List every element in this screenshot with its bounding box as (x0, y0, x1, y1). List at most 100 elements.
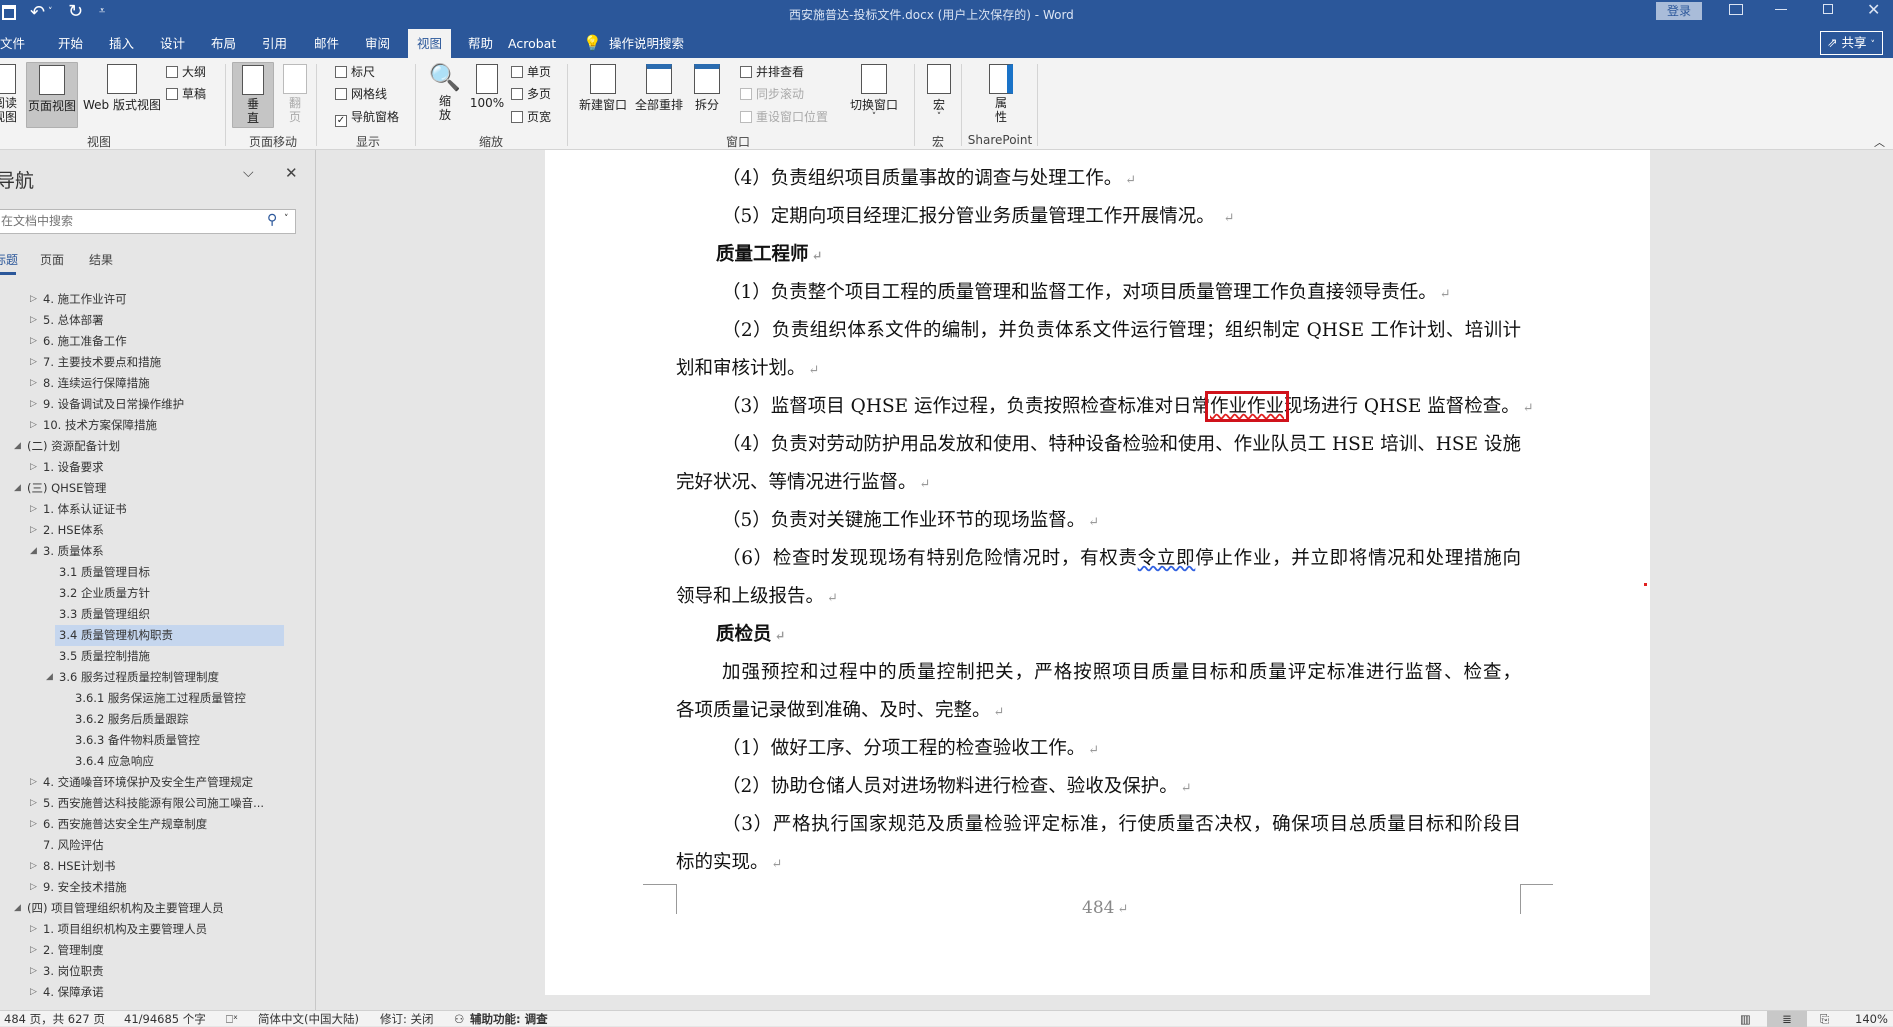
zoom-button[interactable]: 🔍 缩放 (428, 62, 462, 128)
tab-mailings[interactable]: 邮件 (308, 29, 345, 58)
nav-heading-item[interactable]: 3.5 质量控制措施 (55, 646, 306, 667)
document-heading-line[interactable]: 质检员 ↵ (676, 616, 1521, 654)
nav-heading-item[interactable]: ▷ 9. 安全技术措施 (30, 877, 306, 898)
multiple-pages-button[interactable]: 多页 (511, 85, 551, 103)
document-text-line[interactable]: （3）严格执行国家规范及质量检验评定标准，行使质量否决权，确保项目总质量目标和阶… (676, 806, 1521, 844)
nav-heading-item[interactable]: ▷ 4. 施工作业许可 (30, 289, 306, 310)
nav-heading-item[interactable]: ▷ 6. 施工准备工作 (30, 331, 306, 352)
undo-icon[interactable]: ↶ (30, 2, 45, 23)
nav-heading-item[interactable]: ◢ 3. 质量体系 (30, 541, 306, 562)
view-side-by-side-button[interactable]: 并排查看 (740, 63, 804, 81)
document-text-line[interactable]: （6）检查时发现现场有特别危险情况时，有权责令立即停止作业，并立即将情况和处理措… (676, 540, 1521, 578)
tab-view[interactable]: 视图 (408, 29, 452, 58)
print-layout-button[interactable]: 页面视图 (26, 62, 78, 128)
nav-heading-item[interactable]: ▷ 10. 技术方案保障措施 (30, 415, 306, 436)
nav-heading-item[interactable]: ▷ 4. 保障承诺 (30, 982, 306, 1003)
print-layout-view-icon[interactable]: ≣ (1767, 1011, 1807, 1027)
document-text-line[interactable]: （2）负责组织体系文件的编制，并负责体系文件运行管理；组织制定 QHSE 工作计… (676, 312, 1521, 350)
collapsed-triangle-icon[interactable]: ▷ (30, 961, 40, 982)
zoom-level[interactable]: 140% (1855, 1011, 1888, 1027)
nav-tab-headings[interactable]: 标题 (0, 251, 18, 268)
one-page-button[interactable]: 单页 (511, 63, 551, 81)
collapsed-triangle-icon[interactable]: ▷ (30, 289, 40, 310)
nav-heading-item[interactable]: 3.6.4 应急响应 (71, 751, 306, 772)
vertical-button[interactable]: 垂直 (232, 62, 274, 128)
nav-heading-item[interactable]: ▷ 1. 设备要求 (30, 457, 306, 478)
collapsed-triangle-icon[interactable]: ▷ (30, 772, 40, 793)
zoom-100-button[interactable]: 100% (468, 62, 506, 128)
web-layout-button[interactable]: Web 版式视图 (80, 62, 164, 128)
nav-heading-item[interactable]: 3.3 质量管理组织 (55, 604, 306, 625)
collapsed-triangle-icon[interactable]: ▷ (30, 352, 40, 373)
tab-design[interactable]: 设计 (154, 29, 191, 58)
nav-heading-item[interactable]: ◢ (四) 项目管理组织机构及主要管理人员 (14, 898, 306, 919)
document-text-line[interactable]: （5）负责对关键施工作业环节的现场监督。 ↵ (676, 502, 1521, 540)
share-button[interactable]: ⇗ 共享 ˅ (1820, 31, 1883, 55)
collapsed-triangle-icon[interactable]: ▷ (30, 394, 40, 415)
nav-heading-item[interactable]: ▷ 2. HSE体系 (30, 520, 306, 541)
highlighted-spelling-error[interactable]: 作业作业 (1205, 391, 1290, 422)
collapsed-triangle-icon[interactable]: ▷ (30, 457, 40, 478)
collapsed-triangle-icon[interactable]: ▷ (30, 856, 40, 877)
web-layout-view-icon[interactable]: ⎘ (1820, 1011, 1829, 1027)
outline-button[interactable]: 大纲 (166, 63, 206, 81)
sign-in-button[interactable]: 登录 (1656, 2, 1702, 20)
read-mode-button[interactable]: 阅读视图 (0, 62, 20, 128)
tab-layout[interactable]: 布局 (205, 29, 242, 58)
minimize-icon[interactable] (1775, 9, 1787, 10)
nav-heading-item[interactable]: ▷ 8. 连续运行保障措施 (30, 373, 306, 394)
collapsed-triangle-icon[interactable]: ▷ (30, 520, 40, 541)
redo-icon[interactable]: ↻ (68, 1, 83, 22)
nav-heading-item[interactable]: 3.2 企业质量方针 (55, 583, 306, 604)
tab-help[interactable]: 帮助 (462, 29, 499, 58)
nav-tab-results[interactable]: 结果 (89, 251, 113, 268)
nav-heading-item[interactable]: 7. 风险评估 (39, 835, 306, 856)
document-text-line[interactable]: 领导和上级报告。 ↵ (676, 578, 1521, 616)
tell-me-search[interactable]: 操作说明搜索 (603, 29, 690, 58)
split-button[interactable]: 拆分 (690, 62, 724, 128)
page-count[interactable]: 484 页，共 627 页 (4, 1011, 105, 1027)
nav-heading-item[interactable]: ▷ 6. 西安施普达安全生产规章制度 (30, 814, 306, 835)
nav-heading-item[interactable]: 3.6.1 服务保运施工过程质量管控 (71, 688, 306, 709)
nav-options-chevron-icon[interactable]: ⌵ (243, 165, 254, 181)
save-icon[interactable] (2, 5, 16, 20)
collapsed-triangle-icon[interactable]: ▷ (30, 982, 40, 1003)
collapsed-triangle-icon[interactable]: ▷ (30, 373, 40, 394)
arrange-all-button[interactable]: 全部重排 (632, 62, 686, 128)
expanded-triangle-icon[interactable]: ◢ (14, 478, 24, 499)
nav-search-input[interactable] (0, 210, 259, 232)
switch-windows-button[interactable]: 切换窗口 ˅ (846, 62, 902, 128)
document-text-line[interactable]: （4）负责对劳动防护用品发放和使用、特种设备检验和使用、作业队员工 HSE 培训… (676, 426, 1521, 464)
restore-icon[interactable] (1823, 4, 1833, 14)
collapsed-triangle-icon[interactable]: ▷ (30, 814, 40, 835)
document-text-line[interactable]: （3）监督项目 QHSE 运作过程，负责按照检查标准对日常作业作业现场进行 QH… (676, 388, 1534, 426)
properties-button[interactable]: 属性 (982, 62, 1020, 128)
document-text-line[interactable]: （2）协助仓储人员对进场物料进行检查、验收及保护。 ↵ (676, 768, 1521, 806)
document-heading-line[interactable]: 质量工程师 ↵ (676, 236, 1521, 274)
nav-tab-pages[interactable]: 页面 (40, 251, 64, 268)
document-text-line[interactable]: （4）负责组织项目质量事故的调查与处理工作。 ↵ (676, 160, 1521, 198)
close-icon[interactable]: ✕ (1867, 0, 1880, 19)
accessibility-status[interactable]: 辅助功能: 调查 (470, 1011, 548, 1027)
document-text-line[interactable]: 完好状况、等情况进行监督。 ↵ (676, 464, 1521, 502)
read-mode-view-icon[interactable]: ▥ (1740, 1011, 1751, 1027)
nav-heading-item[interactable]: ◢ (三) QHSE管理 (14, 478, 306, 499)
nav-heading-item[interactable]: ▷ 3. 岗位职责 (30, 961, 306, 982)
nav-search-box[interactable]: ⚲ ˅ (0, 209, 296, 234)
expanded-triangle-icon[interactable]: ◢ (14, 436, 24, 457)
collapsed-triangle-icon[interactable]: ▷ (30, 499, 40, 520)
tab-acrobat[interactable]: Acrobat (502, 29, 562, 58)
document-text-line[interactable]: （1）负责整个项目工程的质量管理和监督工作，对项目质量管理工作负直接领导责任。 ↵ (676, 274, 1521, 312)
nav-heading-item[interactable]: ▷ 1. 项目组织机构及主要管理人员 (30, 919, 306, 940)
nav-heading-item[interactable]: ◢ 3.6 服务过程质量控制管理制度 (46, 667, 306, 688)
collapse-ribbon-icon[interactable]: ︿ (1874, 134, 1885, 150)
nav-heading-item[interactable]: ▷ 9. 设备调试及日常操作维护 (30, 394, 306, 415)
nav-heading-item[interactable]: 3.6.2 服务后质量跟踪 (71, 709, 306, 730)
expanded-triangle-icon[interactable]: ◢ (14, 898, 24, 919)
nav-heading-item-selected[interactable]: 3.4 质量管理机构职责 (55, 625, 284, 646)
draft-button[interactable]: 草稿 (166, 85, 206, 103)
macros-button[interactable]: 宏 ˅ (922, 62, 956, 128)
collapsed-triangle-icon[interactable]: ▷ (30, 331, 40, 352)
side-to-side-button[interactable]: 翻页 (278, 62, 312, 128)
document-text-line[interactable]: 划和审核计划。 ↵ (676, 350, 1521, 388)
